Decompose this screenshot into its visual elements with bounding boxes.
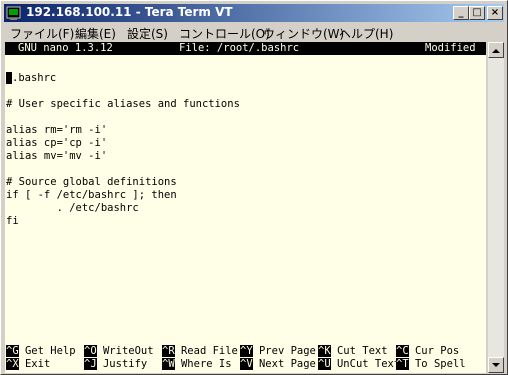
scroll-down-button[interactable] [488, 357, 504, 373]
shortcut-where-is[interactable]: ^W Where Is [162, 358, 232, 371]
editor-line: alias mv='mv -i' [6, 150, 108, 162]
shortcut-justify[interactable]: ^J Justify [84, 358, 147, 371]
editor-line: alias rm='rm -i' [6, 124, 108, 136]
shortcut-read-file[interactable]: ^R Read File [162, 345, 238, 358]
editor-line: # Source global definitions [6, 176, 177, 188]
menu-control[interactable]: コントロール(O) [179, 25, 270, 42]
menu-settings[interactable]: 設定(S) [127, 25, 168, 42]
editor-line: alias cp='cp -i' [6, 137, 108, 149]
title-bar[interactable]: 192.168.100.11 - Tera Term VT _ □ × [4, 4, 504, 22]
scroll-up-button[interactable] [488, 42, 504, 58]
minimize-button[interactable]: _ [453, 6, 469, 20]
editor-line: if [ -f /etc/bashrc ]; then [6, 189, 177, 201]
shortcut-to-spell[interactable]: ^T To Spell [396, 358, 466, 371]
terminal-screen[interactable]: GNU nano 1.3.12 File: /root/.bashrc Modi… [5, 42, 486, 373]
minimize-icon: _ [458, 7, 464, 18]
menu-bar: ファイル(F) 編集(E) 設定(S) コントロール(O) ウィンドウ(W) ヘ… [4, 23, 504, 41]
maximize-icon: □ [472, 7, 482, 18]
close-icon: × [490, 7, 500, 18]
shortcut-cut-text[interactable]: ^K Cut Text [318, 345, 388, 358]
editor-line: .bashrc [6, 72, 56, 85]
shortcut-exit[interactable]: ^X Exit [6, 358, 50, 371]
close-button[interactable]: × [487, 6, 503, 20]
menu-file[interactable]: ファイル(F) [10, 25, 74, 42]
nano-status-bar: GNU nano 1.3.12 File: /root/.bashrc Modi… [5, 42, 486, 55]
maximize-button[interactable]: □ [469, 6, 485, 20]
editor-line: # User specific aliases and functions [6, 98, 240, 110]
menu-help[interactable]: ヘルプ(H) [339, 25, 393, 42]
nano-modified-flag: Modified [425, 42, 476, 54]
editor-line: . /etc/bashrc [6, 202, 139, 214]
shortcut-next-page[interactable]: ^V Next Page [240, 358, 316, 371]
shortcut-writeout[interactable]: ^O WriteOut [84, 345, 154, 358]
arrow-down-icon [492, 362, 500, 367]
teraterm-app-icon[interactable] [6, 5, 22, 21]
tera-term-window: 192.168.100.11 - Tera Term VT _ □ × ファイル… [0, 0, 508, 375]
editor-line: fi [6, 215, 19, 227]
shortcut-uncut-text[interactable]: ^U UnCut Text [318, 358, 400, 371]
vertical-scrollbar[interactable] [488, 42, 504, 373]
shortcut-prev-page[interactable]: ^Y Prev Page [240, 345, 316, 358]
nano-filename: File: /root/.bashrc [179, 42, 300, 54]
shortcut-cur-pos[interactable]: ^C Cur Pos [396, 345, 459, 358]
arrow-up-icon [492, 48, 500, 53]
menu-window[interactable]: ウィンドウ(W) [263, 25, 344, 42]
shortcut-get-help[interactable]: ^G Get Help [6, 345, 76, 358]
nano-version: GNU nano 1.3.12 [18, 42, 113, 54]
window-title: 192.168.100.11 - Tera Term VT [26, 5, 233, 19]
menu-edit[interactable]: 編集(E) [75, 25, 116, 42]
